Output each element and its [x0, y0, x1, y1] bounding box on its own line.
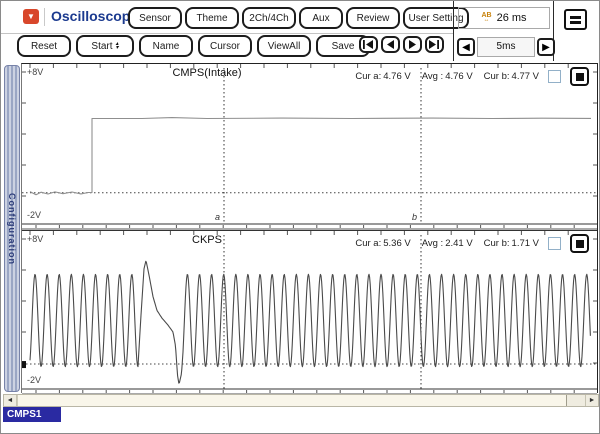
- app-menu-icon[interactable]: ▼: [23, 9, 39, 24]
- cursor-time-value: 26 ms: [496, 12, 527, 24]
- scrollbar-right-arrow[interactable]: ►: [585, 395, 598, 406]
- oscilloscope-window: ▼ Oscilloscope Sensor Theme 2Ch/4Ch Aux …: [0, 0, 600, 434]
- step-forward-button[interactable]: [403, 36, 422, 53]
- solid-square-icon: [575, 72, 584, 81]
- toolbar-row2: Reset Start ▴ ▾ Name Cursor ViewAll Save: [17, 35, 370, 57]
- page-title: Oscilloscope: [51, 8, 139, 24]
- cursor-time-display: AB ↔ 26 ms: [458, 7, 550, 29]
- cursor-a-label[interactable]: a: [215, 212, 220, 222]
- channel-2-bottom-scale-label: -2V: [27, 375, 42, 385]
- channel-1-title: CMPS(Intake): [172, 67, 242, 79]
- toolbar-row1: Sensor Theme 2Ch/4Ch Aux Review User Set…: [128, 7, 469, 29]
- channel-2-top-scale-label: +8V: [27, 234, 44, 244]
- skip-to-start-icon: [363, 40, 373, 49]
- channel-1-cur-b: 4.77 V: [511, 71, 539, 82]
- sensor-button[interactable]: Sensor: [128, 7, 182, 29]
- timebase-control: ◀ 5ms ▶: [457, 37, 555, 57]
- channel-2-plot[interactable]: +8V -2V CKPS Cur a: 5.36 V Avg :2.41 V Cu…: [22, 230, 597, 395]
- step-back-icon: [387, 40, 394, 49]
- theme-button[interactable]: Theme: [185, 7, 239, 29]
- skip-to-start-button[interactable]: [359, 36, 378, 53]
- start-button[interactable]: Start ▴ ▾: [76, 35, 134, 57]
- skip-to-end-icon: [429, 40, 439, 49]
- channel-2-title: CKPS: [192, 234, 222, 246]
- skip-to-end-button[interactable]: [425, 36, 444, 53]
- scrollbar-left-arrow[interactable]: ◄: [4, 395, 17, 406]
- channel-2-style-button[interactable]: [570, 234, 589, 253]
- timebase-decrease-button[interactable]: ◀: [457, 38, 475, 56]
- window-layout-icon[interactable]: [564, 9, 587, 30]
- reset-button[interactable]: Reset: [17, 35, 71, 57]
- start-spinner-icon: ▴ ▾: [115, 40, 119, 51]
- channel-1-avg: 4.76 V: [445, 71, 473, 82]
- scrollbar-thumb[interactable]: [17, 395, 567, 406]
- channel-1-checkbox[interactable]: [548, 70, 561, 83]
- timebase-value: 5ms: [477, 37, 535, 57]
- title-divider: [44, 8, 45, 26]
- viewall-button[interactable]: ViewAll: [257, 35, 311, 57]
- channel-2-checkbox[interactable]: [548, 237, 561, 250]
- step-back-button[interactable]: [381, 36, 400, 53]
- channel-2-readouts: Cur a: 5.36 V Avg :2.41 V Cur b: 1.71 V: [353, 234, 589, 253]
- ab-cursor-icon: AB ↔: [481, 12, 492, 23]
- bottom-tab-cmps1[interactable]: CMPS1: [3, 407, 61, 422]
- toolbar-divider-left: [453, 1, 454, 61]
- review-button[interactable]: Review: [346, 7, 400, 29]
- playback-controls: [359, 36, 444, 53]
- channel-mode-button[interactable]: 2Ch/4Ch: [242, 7, 296, 29]
- channel-2-cur-a: 5.36 V: [383, 238, 411, 249]
- channel-2-avg: 2.41 V: [445, 238, 473, 249]
- channel-1-bottom-scale-label: -2V: [27, 210, 42, 220]
- channel-1-style-button[interactable]: [570, 67, 589, 86]
- channel-1-readouts: Cur a: 4.76 V Avg :4.76 V Cur b: 4.77 V: [353, 67, 589, 86]
- cursor-b-label[interactable]: b: [412, 212, 417, 222]
- name-button[interactable]: Name: [139, 35, 193, 57]
- cursor-button[interactable]: Cursor: [198, 35, 252, 57]
- step-forward-icon: [409, 40, 416, 49]
- channel-2-cur-b: 1.71 V: [511, 238, 539, 249]
- configuration-tab[interactable]: Configuration: [4, 65, 20, 392]
- toolbar-separator: [1, 33, 453, 34]
- solid-square-icon: [575, 239, 584, 248]
- timebase-increase-button[interactable]: ▶: [537, 38, 555, 56]
- scope-area: +8V -2V CMPS(Intake) Cur a: 4.76 V Avg :4…: [21, 63, 598, 395]
- aux-button[interactable]: Aux: [299, 7, 343, 29]
- channel-1-plot[interactable]: +8V -2V CMPS(Intake) Cur a: 4.76 V Avg :4…: [22, 64, 597, 230]
- channel-1-cur-a: 4.76 V: [383, 71, 411, 82]
- channel-1-waveform: [22, 64, 597, 230]
- channel-1-top-scale-label: +8V: [27, 67, 44, 77]
- horizontal-scrollbar[interactable]: ◄ ►: [3, 394, 599, 407]
- configuration-tab-label: Configuration: [7, 192, 17, 265]
- channel-2-waveform: [22, 231, 597, 395]
